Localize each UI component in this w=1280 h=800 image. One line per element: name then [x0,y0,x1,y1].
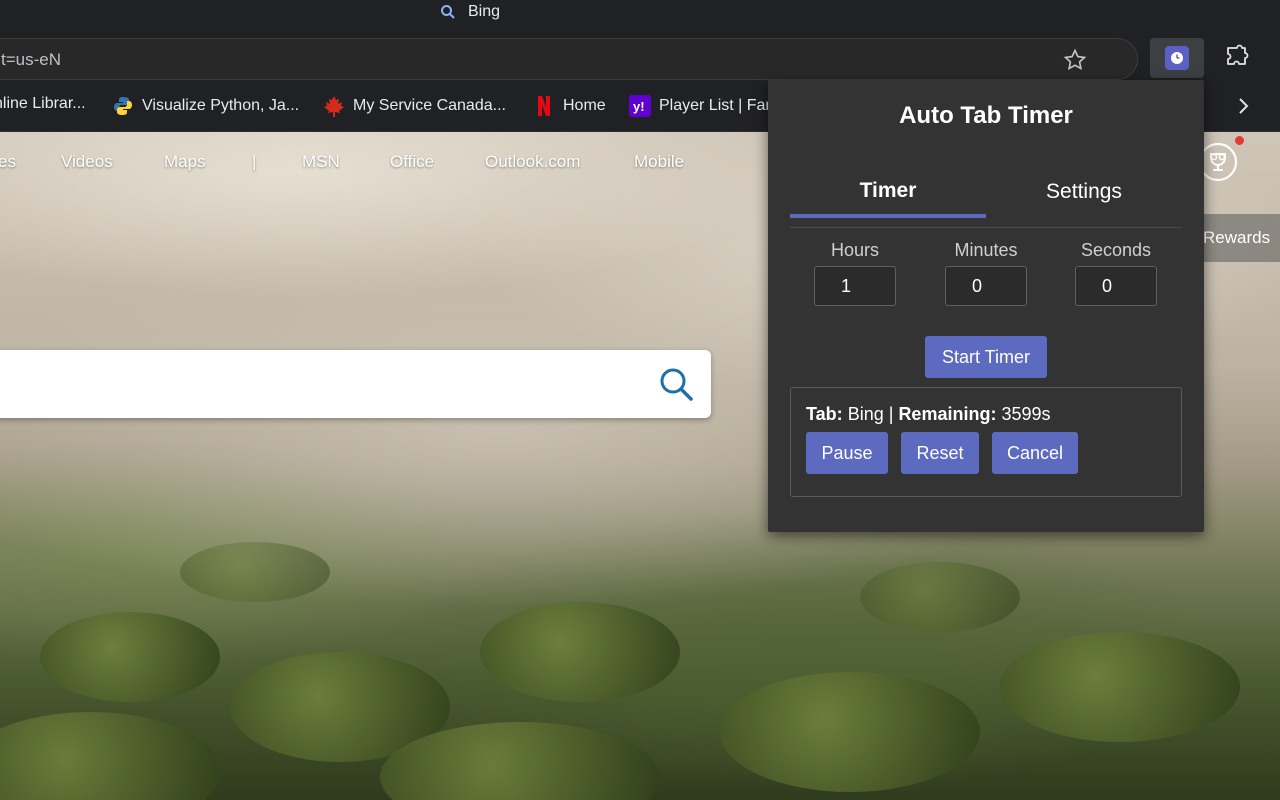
netflix-icon [533,95,555,117]
bookmark-item[interactable]: nline Librar... [0,95,86,113]
bookmark-item[interactable]: Visualize Python, Ja... [112,95,299,117]
bookmark-item[interactable]: y! Player List | Far [629,95,771,117]
hours-input[interactable] [814,266,896,306]
yahoo-icon: y! [629,95,651,117]
cancel-button[interactable]: Cancel [992,432,1078,474]
clock-icon [1165,46,1189,70]
nav-separator: | [252,152,257,171]
bookmark-star-icon[interactable] [1063,48,1087,72]
url-text: t=us-eN [1,50,61,69]
search-icon[interactable] [658,366,694,402]
timer-status-line: Tab: Bing | Remaining: 3599s [806,404,1051,425]
bookmark-label: Player List | Far [659,97,771,114]
pause-button[interactable]: Pause [806,432,888,474]
nav-link-mobile[interactable]: Mobile [634,152,684,172]
python-icon [112,95,134,117]
timer-status-panel: Tab: Bing | Remaining: 3599s Pause Reset… [790,387,1182,497]
bookmark-label: Visualize Python, Ja... [142,97,300,114]
rewards-label: Rewards [1203,228,1271,247]
tab-title: Bing [468,3,501,20]
chevron-right-icon[interactable] [1232,95,1254,117]
nav-link-msn[interactable]: MSN [302,152,340,172]
tab-label: Tab: [806,404,843,424]
tree-canopy [180,542,330,602]
auto-tab-timer-popup: Auto Tab Timer Timer Settings Hours Minu… [768,80,1204,532]
start-timer-button[interactable]: Start Timer [925,336,1047,378]
status-separator: | [888,404,894,424]
tab-timer[interactable]: Timer [790,168,986,218]
tab-settings[interactable]: Settings [986,168,1182,216]
reset-button[interactable]: Reset [901,432,979,474]
popup-title: Auto Tab Timer [899,102,1073,129]
bookmark-label: My Service Canada... [353,97,506,114]
nav-link-images[interactable]: es [0,152,16,172]
tree-canopy [860,562,1020,632]
extensions-puzzle-icon[interactable] [1224,44,1250,70]
remaining-value: 3599s [1001,404,1051,424]
browser-toolbar: t=us-eN [0,30,1280,82]
bing-top-nav: es Videos Maps | MSN Office Outlook.com … [0,152,760,172]
tree-canopy [480,602,680,702]
hours-label: Hours [830,240,879,260]
nav-link-office[interactable]: Office [390,152,434,172]
tree-canopy [720,672,980,792]
tab-value: Bing [847,404,884,424]
bookmark-item[interactable]: Home [533,95,606,117]
rewards-button[interactable]: Rewards [1196,214,1280,262]
tree-canopy [40,612,220,702]
seconds-label: Seconds [1080,240,1152,260]
nav-link-videos[interactable]: Videos [61,152,113,172]
bookmark-label: nline Librar... [0,95,86,112]
svg-text:y!: y! [633,99,645,114]
nav-link-outlook[interactable]: Outlook.com [485,152,580,172]
popup-tabs: Timer Settings [790,168,1182,228]
minutes-input[interactable] [945,266,1027,306]
remaining-label: Remaining: [898,404,997,424]
bookmark-item[interactable]: My Service Canada... [323,95,506,117]
bookmark-label: Home [563,97,606,114]
nav-link-maps[interactable]: Maps [164,152,206,172]
maple-leaf-icon [323,95,345,117]
title-bar: Bing [0,0,1280,30]
search-icon [441,5,455,19]
seconds-input[interactable] [1075,266,1157,306]
minutes-label: Minutes [954,240,1018,260]
auto-tab-timer-extension-button[interactable] [1150,38,1204,78]
active-tab[interactable]: Bing [440,3,500,21]
tree-canopy [0,712,220,800]
address-bar[interactable]: t=us-eN [0,38,1138,80]
bing-search-box[interactable] [0,350,711,418]
tree-canopy [1000,632,1240,742]
